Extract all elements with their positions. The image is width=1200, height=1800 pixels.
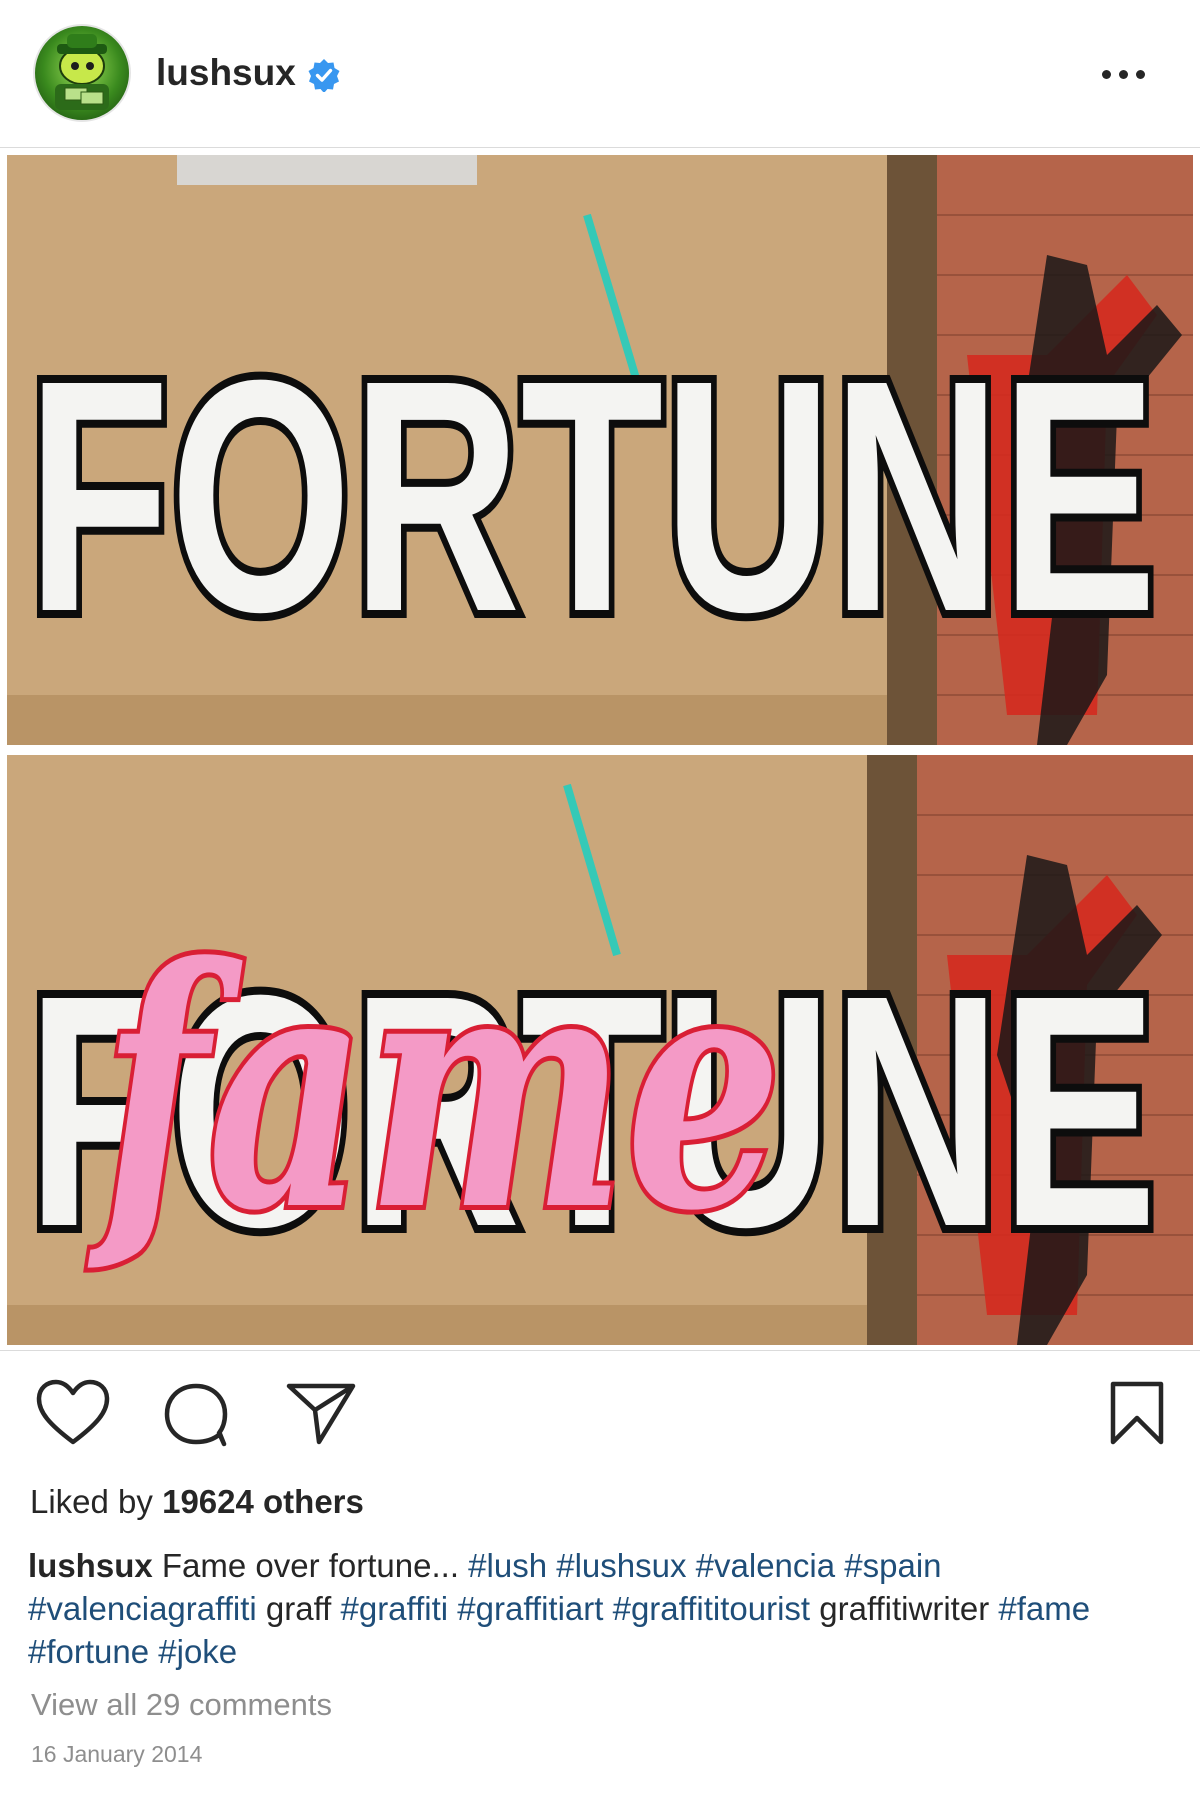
paper-plane-icon[interactable]	[285, 1380, 357, 1446]
view-all-comments-link[interactable]: View all 29 comments	[31, 1687, 332, 1723]
likes-count[interactable]: 19624 others	[162, 1483, 364, 1520]
hashtag-link[interactable]: #lushsux	[556, 1547, 686, 1584]
more-dot	[1136, 70, 1145, 79]
hashtag-link[interactable]: #fame	[998, 1590, 1090, 1627]
hashtag-link[interactable]: #joke	[158, 1633, 237, 1670]
caption-username[interactable]: lushsux	[28, 1547, 153, 1584]
caption-text-segment: graff	[256, 1590, 341, 1627]
caption-text-segment	[835, 1547, 844, 1584]
username[interactable]: lushsux	[156, 52, 296, 94]
bookmark-icon[interactable]	[1108, 1380, 1166, 1446]
hashtag-link[interactable]: #graffiti	[340, 1590, 448, 1627]
likes-summary: Liked by 19624 others	[30, 1483, 364, 1521]
post-photo[interactable]: FORTUNE FORTUNE fame	[7, 155, 1193, 1345]
avatar-cartoon-icon	[55, 34, 109, 110]
hashtag-link[interactable]: #spain	[844, 1547, 941, 1584]
caption-text-segment	[686, 1547, 695, 1584]
caption-text-segment: Fame over fortune...	[152, 1547, 469, 1584]
post-header: lushsux	[0, 0, 1200, 148]
verified-badge-icon	[308, 59, 340, 92]
caption-text-segment	[149, 1633, 158, 1670]
photo-panel-before: FORTUNE	[7, 155, 1193, 745]
more-dot	[1119, 70, 1128, 79]
hashtag-link[interactable]: #graffitiart	[457, 1590, 603, 1627]
caption-text-segment	[603, 1590, 612, 1627]
hashtag-link[interactable]: #lush	[468, 1547, 547, 1584]
heart-icon[interactable]	[35, 1378, 111, 1446]
hashtag-link[interactable]: #graffititourist	[613, 1590, 810, 1627]
post-date: 16 January 2014	[31, 1741, 203, 1767]
hashtag-link[interactable]: #valencia	[696, 1547, 835, 1584]
post-caption: lushsux Fame over fortune... #lush #lush…	[28, 1544, 1168, 1673]
more-dots-icon	[1102, 70, 1111, 79]
comment-icon[interactable]	[162, 1380, 230, 1448]
divider	[0, 1350, 1200, 1351]
hashtag-link[interactable]: #fortune	[28, 1633, 149, 1670]
photo-panel-after: FORTUNE fame	[7, 755, 1193, 1345]
caption-text-segment: graffitiwriter	[810, 1590, 999, 1627]
graffiti-text-top: FORTUNE	[27, 311, 1157, 680]
likes-prefix: Liked by	[30, 1483, 163, 1520]
avatar[interactable]	[33, 24, 131, 122]
caption-text-segment	[547, 1547, 556, 1584]
hashtag-link[interactable]: #valenciagraffiti	[28, 1590, 257, 1627]
divider	[0, 147, 1200, 148]
caption-text: Fame over fortune... #lush #lushsux #val…	[28, 1547, 1090, 1670]
more-options-button[interactable]	[1094, 56, 1154, 92]
caption-text-segment	[448, 1590, 457, 1627]
graffiti-overlay-text: fame	[87, 895, 782, 1283]
